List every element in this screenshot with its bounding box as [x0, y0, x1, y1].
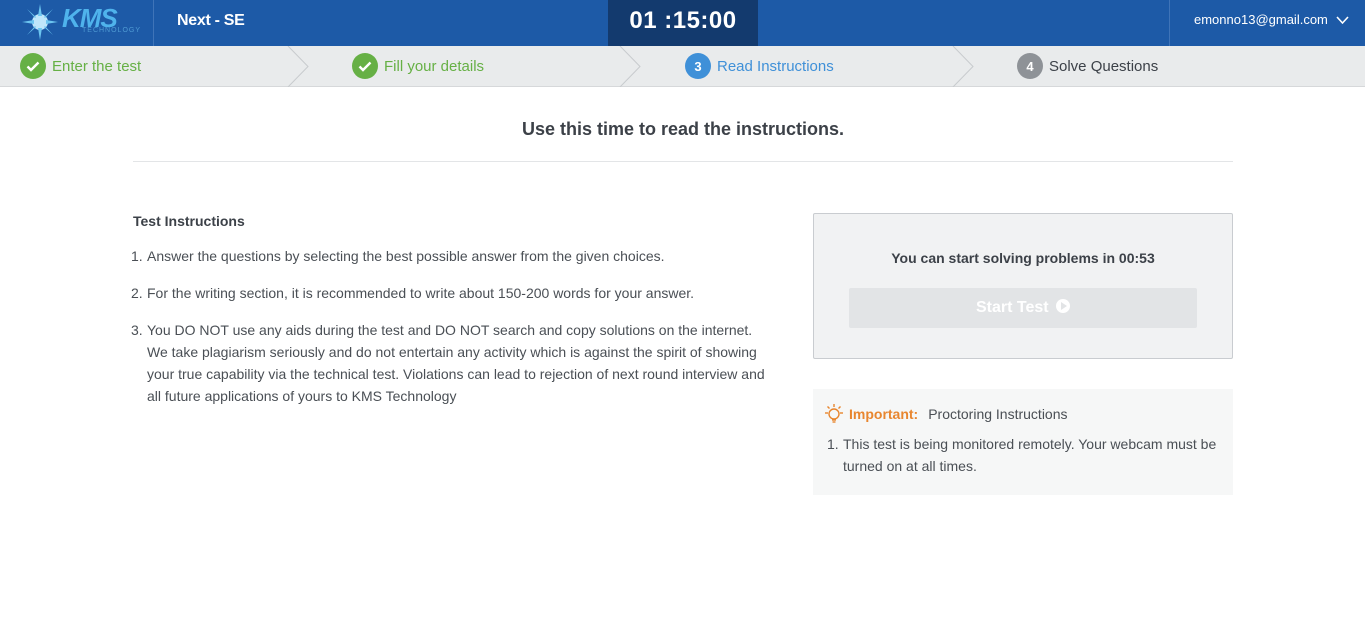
- proctoring-notice: Important: Proctoring Instructions 1. Thi…: [813, 389, 1233, 495]
- list-item: 1. This test is being monitored remotely.…: [827, 436, 1217, 474]
- step-label: Read Instructions: [717, 57, 834, 75]
- check-icon: [352, 53, 378, 79]
- instructions-list: 1. Answer the questions by selecting the …: [131, 245, 773, 407]
- step-separator-icon: [287, 46, 309, 87]
- step-label: Solve Questions: [1049, 57, 1159, 75]
- step-separator-icon: [619, 46, 641, 87]
- important-title: Proctoring Instructions: [928, 406, 1068, 422]
- notice-header: Important: Proctoring Instructions: [823, 403, 1068, 425]
- instructions-title: Test Instructions: [133, 213, 245, 229]
- logo-sun-icon: [22, 4, 58, 40]
- step-number-badge: 3: [685, 53, 711, 79]
- logo-subtext: TECHNOLOGY: [82, 27, 142, 34]
- important-label: Important:: [849, 406, 919, 422]
- list-item: 1. Answer the questions by selecting the …: [131, 248, 665, 264]
- test-name: Next - SE: [177, 12, 245, 29]
- divider: [133, 161, 1233, 162]
- step-label: Enter the test: [52, 57, 142, 75]
- top-bar: KMS TECHNOLOGY Next - SE 01 :15:00 emonn…: [0, 0, 1365, 46]
- step-enter-test: Enter the test: [20, 46, 141, 86]
- kms-logo[interactable]: KMS TECHNOLOGY: [18, 0, 154, 46]
- user-email: emonno13@gmail.com: [1194, 12, 1328, 27]
- step-number-badge: 4: [1017, 53, 1043, 79]
- lightbulb-icon: [825, 404, 843, 423]
- progress-steps: Enter the test Fill your details 3 Read …: [0, 46, 1365, 87]
- step-separator-icon: [952, 46, 974, 87]
- step-read-instructions: 3 Read Instructions: [685, 46, 834, 86]
- start-test-panel: You can start solving problems in 00:53 …: [813, 213, 1233, 359]
- chevron-down-icon: [1335, 1, 1349, 41]
- list-item: 3. You DO NOT use any aids during the tes…: [131, 322, 765, 404]
- step-solve-questions: 4 Solve Questions: [1017, 46, 1158, 86]
- start-test-button[interactable]: Start Test: [849, 288, 1197, 328]
- arrow-circle-right-icon: [1056, 298, 1071, 313]
- list-item: 2. For the writing section, it is recomme…: [131, 285, 695, 301]
- user-menu[interactable]: emonno13@gmail.com: [1169, 0, 1365, 46]
- step-label: Fill your details: [384, 57, 485, 75]
- step-fill-details: Fill your details: [352, 46, 484, 86]
- test-instructions: Test Instructions 1. Answer the questions…: [131, 213, 773, 422]
- check-icon: [20, 53, 46, 79]
- countdown-timer: 01 :15:00: [608, 0, 758, 46]
- page-heading: Use this time to read the instructions.: [521, 119, 845, 139]
- proctoring-list: 1. This test is being monitored remotely.…: [827, 433, 1217, 477]
- start-countdown-message: You can start solving problems in 00:53: [891, 250, 1155, 266]
